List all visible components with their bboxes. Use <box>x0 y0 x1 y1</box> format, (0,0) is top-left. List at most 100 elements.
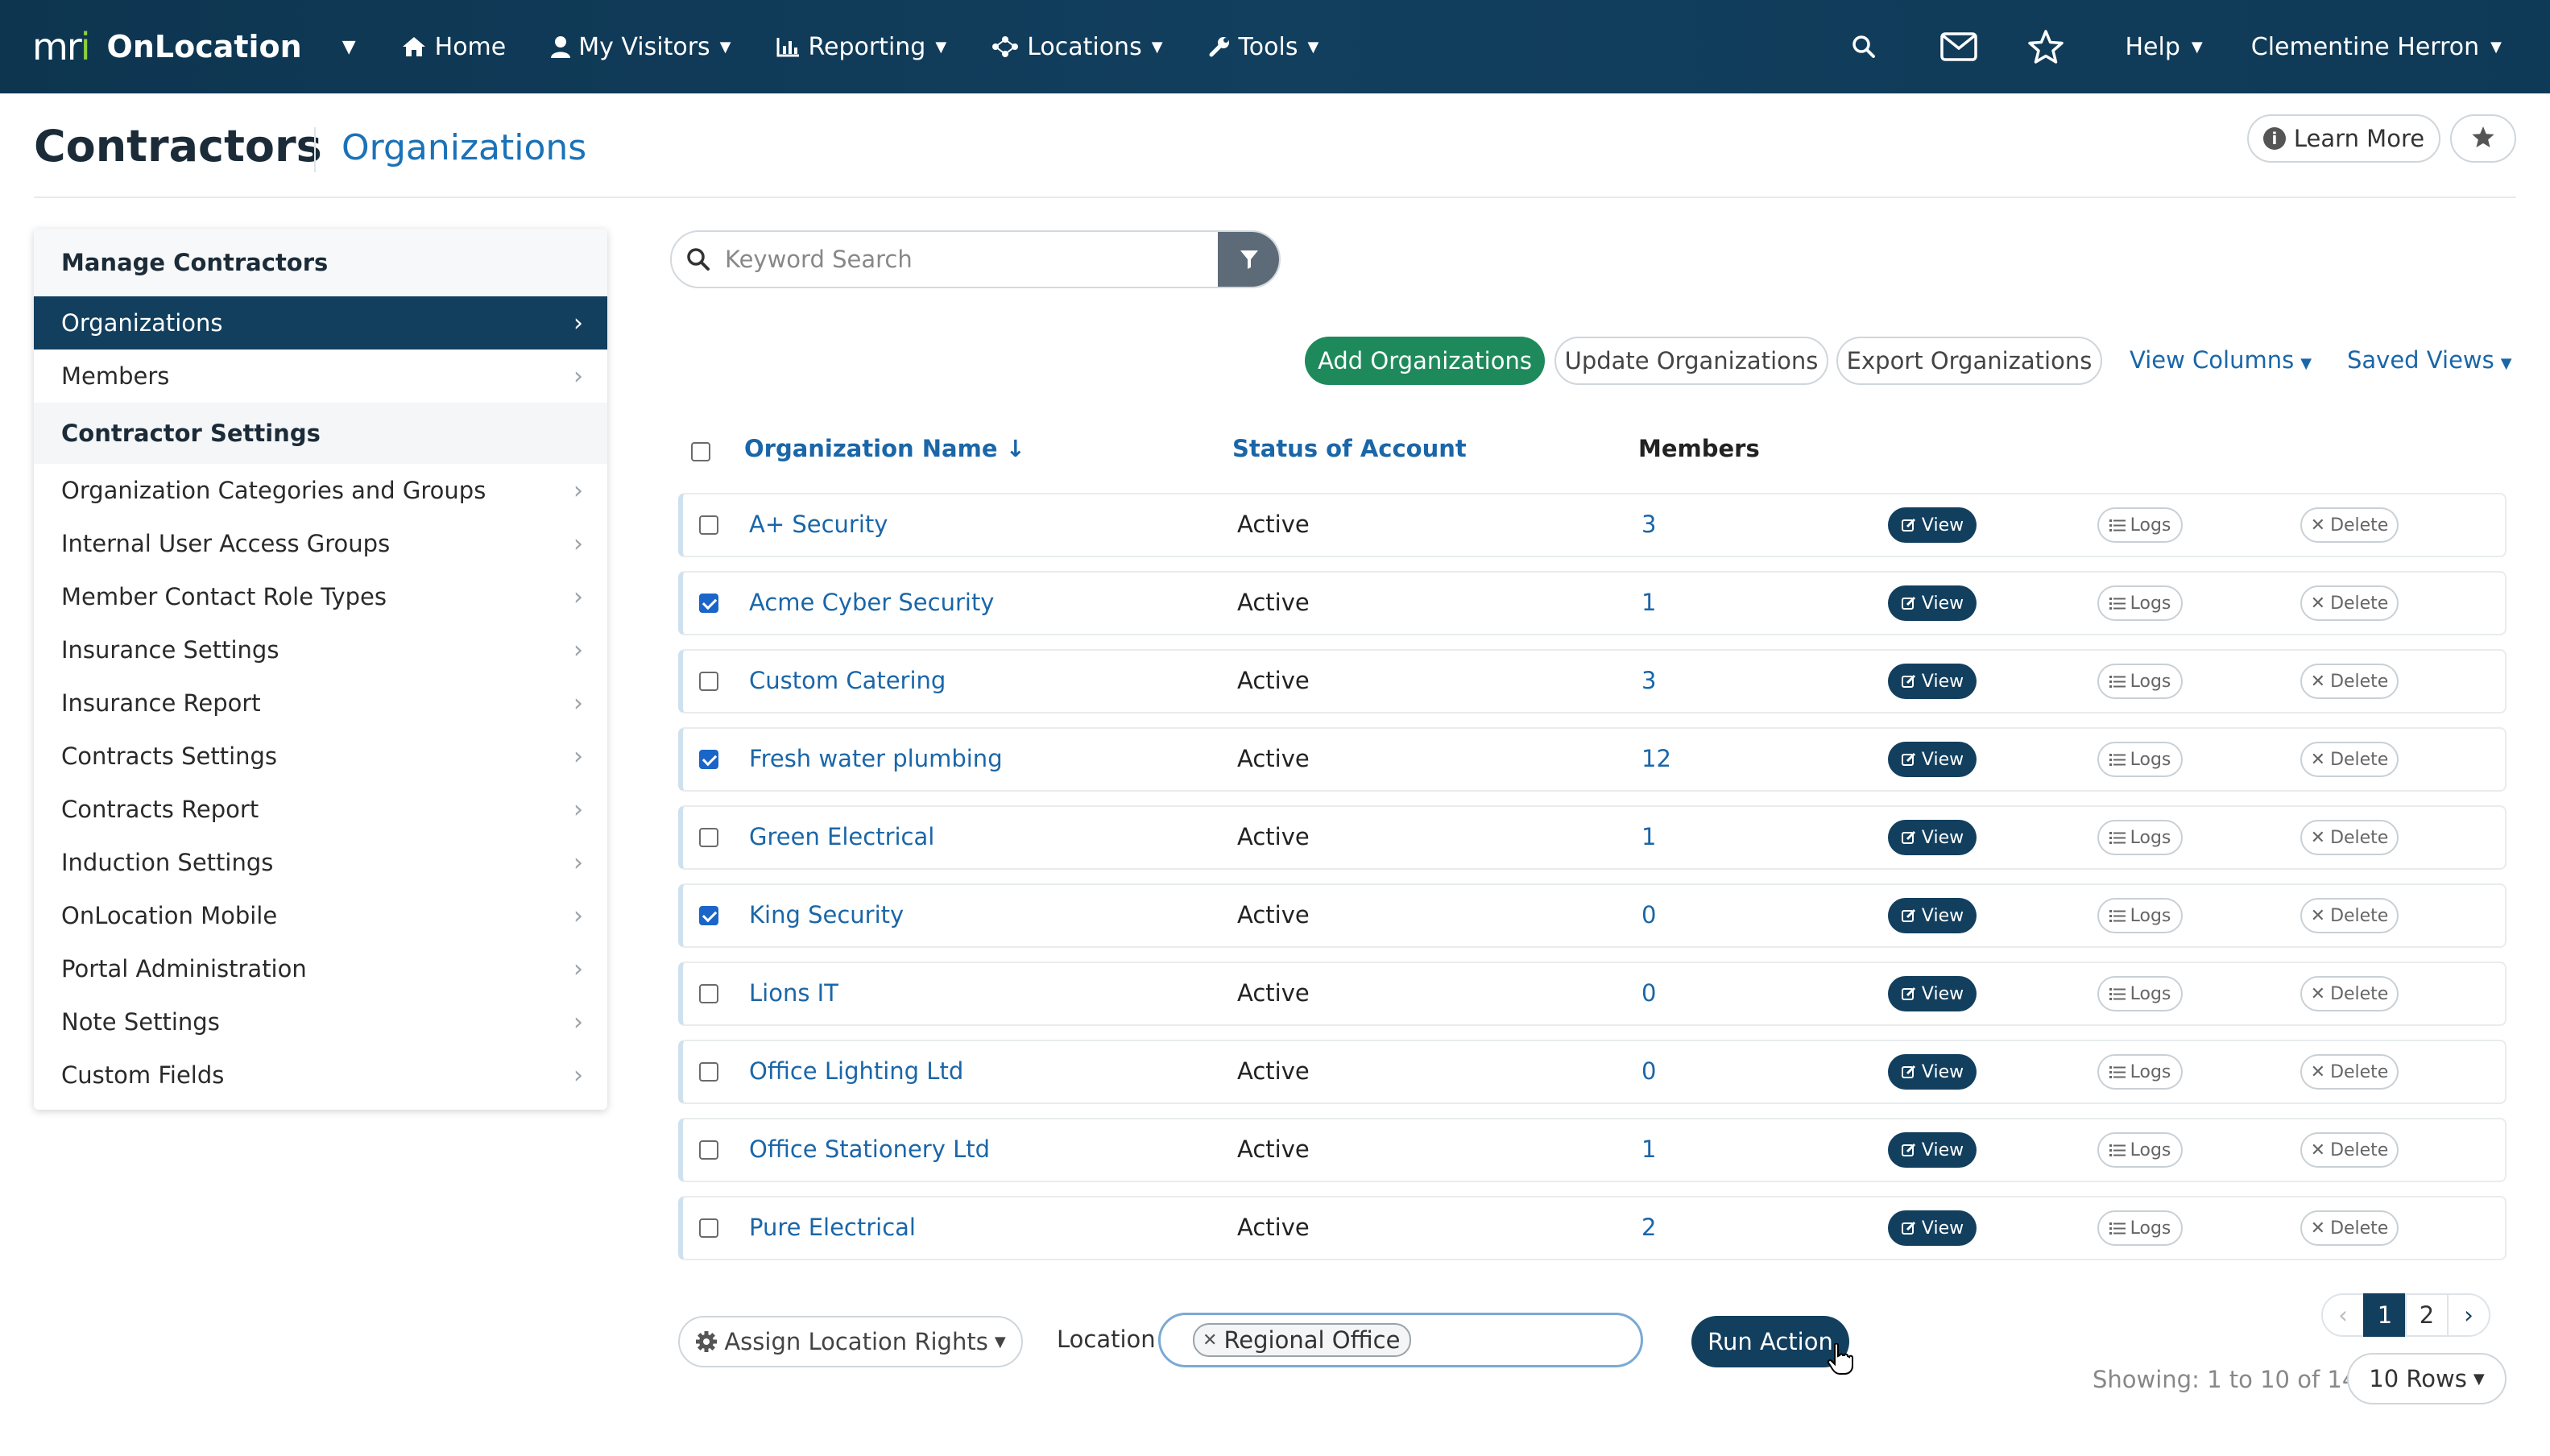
sidebar-item-induction-settings[interactable]: Induction Settings › <box>34 836 607 889</box>
row-checkbox[interactable] <box>699 750 718 769</box>
organization-name-link[interactable]: Green Electrical <box>749 823 934 850</box>
sidebar-item-insurance-settings[interactable]: Insurance Settings › <box>34 623 607 676</box>
members-count-link[interactable]: 2 <box>1641 1214 1656 1241</box>
view-button[interactable]: View <box>1888 507 1977 543</box>
logs-button[interactable]: Logs <box>2097 585 2183 621</box>
select-all-checkbox[interactable] <box>691 442 710 461</box>
sidebar-item-internal-user-access-groups[interactable]: Internal User Access Groups › <box>34 517 607 570</box>
view-button[interactable]: View <box>1888 742 1977 777</box>
page-subtitle[interactable]: Organizations <box>342 127 586 168</box>
logs-button[interactable]: Logs <box>2097 898 2183 933</box>
members-count-link[interactable]: 1 <box>1641 1135 1656 1163</box>
sidebar-item-onlocation-mobile[interactable]: OnLocation Mobile › <box>34 889 607 942</box>
view-button[interactable]: View <box>1888 898 1977 933</box>
organization-name-link[interactable]: Pure Electrical <box>749 1214 916 1241</box>
members-count-link[interactable]: 3 <box>1641 511 1656 538</box>
column-header-status[interactable]: Status of Account <box>1232 435 1467 462</box>
delete-button[interactable]: ✕ Delete <box>2300 1054 2399 1090</box>
view-button[interactable]: View <box>1888 664 1977 699</box>
row-checkbox[interactable] <box>699 1140 718 1160</box>
organization-name-link[interactable]: A+ Security <box>749 511 888 538</box>
view-button[interactable]: View <box>1888 1210 1977 1246</box>
brand-caret-icon[interactable]: ▼ <box>342 37 356 57</box>
members-count-link[interactable]: 1 <box>1641 589 1656 616</box>
saved-views-dropdown[interactable]: Saved Views ▼ <box>2347 346 2512 374</box>
nav-locations[interactable]: Locations ▼ <box>991 33 1163 61</box>
remove-icon[interactable]: ✕ <box>1203 1330 1217 1351</box>
user-menu[interactable]: Clementine Herron ▼ <box>2251 33 2502 61</box>
sidebar-item-contracts-settings[interactable]: Contracts Settings › <box>34 730 607 783</box>
sidebar-item-members[interactable]: Members › <box>34 350 607 403</box>
sidebar-item-organization-categories[interactable]: Organization Categories and Groups › <box>34 464 607 517</box>
row-checkbox[interactable] <box>699 515 718 535</box>
logs-button[interactable]: Logs <box>2097 664 2183 699</box>
nav-reporting[interactable]: Reporting ▼ <box>776 33 946 61</box>
sidebar-item-member-contact-role-types[interactable]: Member Contact Role Types › <box>34 570 607 623</box>
delete-button[interactable]: ✕ Delete <box>2300 820 2399 855</box>
organization-name-link[interactable]: Lions IT <box>749 979 838 1007</box>
members-count-link[interactable]: 0 <box>1641 1057 1656 1085</box>
star-icon[interactable] <box>2027 29 2064 64</box>
export-organizations-button[interactable]: Export Organizations <box>1836 337 2102 385</box>
rows-per-page-select[interactable]: 10 Rows ▼ <box>2347 1353 2507 1404</box>
chevron-left-icon[interactable]: ‹ <box>2321 1293 2365 1337</box>
row-checkbox[interactable] <box>699 906 718 925</box>
logs-button[interactable]: Logs <box>2097 1210 2183 1246</box>
organization-name-link[interactable]: Acme Cyber Security <box>749 589 994 616</box>
view-button[interactable]: View <box>1888 585 1977 621</box>
logs-button[interactable]: Logs <box>2097 1132 2183 1168</box>
view-columns-dropdown[interactable]: View Columns ▼ <box>2130 346 2312 374</box>
nav-my-visitors[interactable]: My Visitors ▼ <box>551 33 731 61</box>
delete-button[interactable]: ✕ Delete <box>2300 507 2399 543</box>
row-checkbox[interactable] <box>699 984 718 1003</box>
members-count-link[interactable]: 12 <box>1641 745 1671 772</box>
delete-button[interactable]: ✕ Delete <box>2300 664 2399 699</box>
sidebar-item-custom-fields[interactable]: Custom Fields › <box>34 1049 607 1102</box>
organization-name-link[interactable]: Custom Catering <box>749 667 946 694</box>
sidebar-item-organizations[interactable]: Organizations › <box>34 296 607 350</box>
row-checkbox[interactable] <box>699 1218 718 1238</box>
members-count-link[interactable]: 3 <box>1641 667 1656 694</box>
column-header-organization-name[interactable]: Organization Name ↓ <box>744 435 1025 462</box>
logs-button[interactable]: Logs <box>2097 820 2183 855</box>
search-input[interactable] <box>725 246 1218 273</box>
search-icon[interactable] <box>1852 35 1876 59</box>
page-1-button[interactable]: 1 <box>2363 1293 2407 1337</box>
delete-button[interactable]: ✕ Delete <box>2300 1132 2399 1168</box>
members-count-link[interactable]: 0 <box>1641 901 1656 929</box>
organization-name-link[interactable]: Fresh water plumbing <box>749 745 1003 772</box>
help-menu[interactable]: Help ▼ <box>2126 33 2203 61</box>
delete-button[interactable]: ✕ Delete <box>2300 898 2399 933</box>
logs-button[interactable]: Logs <box>2097 507 2183 543</box>
mail-icon[interactable] <box>1939 32 1977 61</box>
brand[interactable]: mri OnLocation ▼ <box>32 25 356 68</box>
delete-button[interactable]: ✕ Delete <box>2300 976 2399 1011</box>
row-checkbox[interactable] <box>699 1062 718 1082</box>
view-button[interactable]: View <box>1888 976 1977 1011</box>
delete-button[interactable]: ✕ Delete <box>2300 742 2399 777</box>
organization-name-link[interactable]: King Security <box>749 901 904 929</box>
members-count-link[interactable]: 1 <box>1641 823 1656 850</box>
favorite-button[interactable] <box>2450 114 2516 163</box>
sidebar-item-contracts-report[interactable]: Contracts Report › <box>34 783 607 836</box>
filter-button[interactable] <box>1218 232 1279 287</box>
run-action-button[interactable]: Run Action <box>1691 1316 1849 1367</box>
logs-button[interactable]: Logs <box>2097 1054 2183 1090</box>
nav-tools[interactable]: Tools ▼ <box>1208 33 1318 61</box>
organization-name-link[interactable]: Office Stationery Ltd <box>749 1135 990 1163</box>
view-button[interactable]: View <box>1888 1132 1977 1168</box>
row-checkbox[interactable] <box>699 672 718 691</box>
row-checkbox[interactable] <box>699 828 718 847</box>
members-count-link[interactable]: 0 <box>1641 979 1656 1007</box>
sidebar-item-note-settings[interactable]: Note Settings › <box>34 995 607 1049</box>
nav-home[interactable]: Home <box>401 33 506 61</box>
delete-button[interactable]: ✕ Delete <box>2300 1210 2399 1246</box>
logs-button[interactable]: Logs <box>2097 742 2183 777</box>
chevron-right-icon[interactable]: › <box>2447 1293 2490 1337</box>
page-2-button[interactable]: 2 <box>2405 1293 2449 1337</box>
row-checkbox[interactable] <box>699 594 718 613</box>
view-button[interactable]: View <box>1888 1054 1977 1090</box>
location-select[interactable]: ✕ Regional Office <box>1158 1313 1643 1367</box>
sidebar-item-insurance-report[interactable]: Insurance Report › <box>34 676 607 730</box>
logs-button[interactable]: Logs <box>2097 976 2183 1011</box>
